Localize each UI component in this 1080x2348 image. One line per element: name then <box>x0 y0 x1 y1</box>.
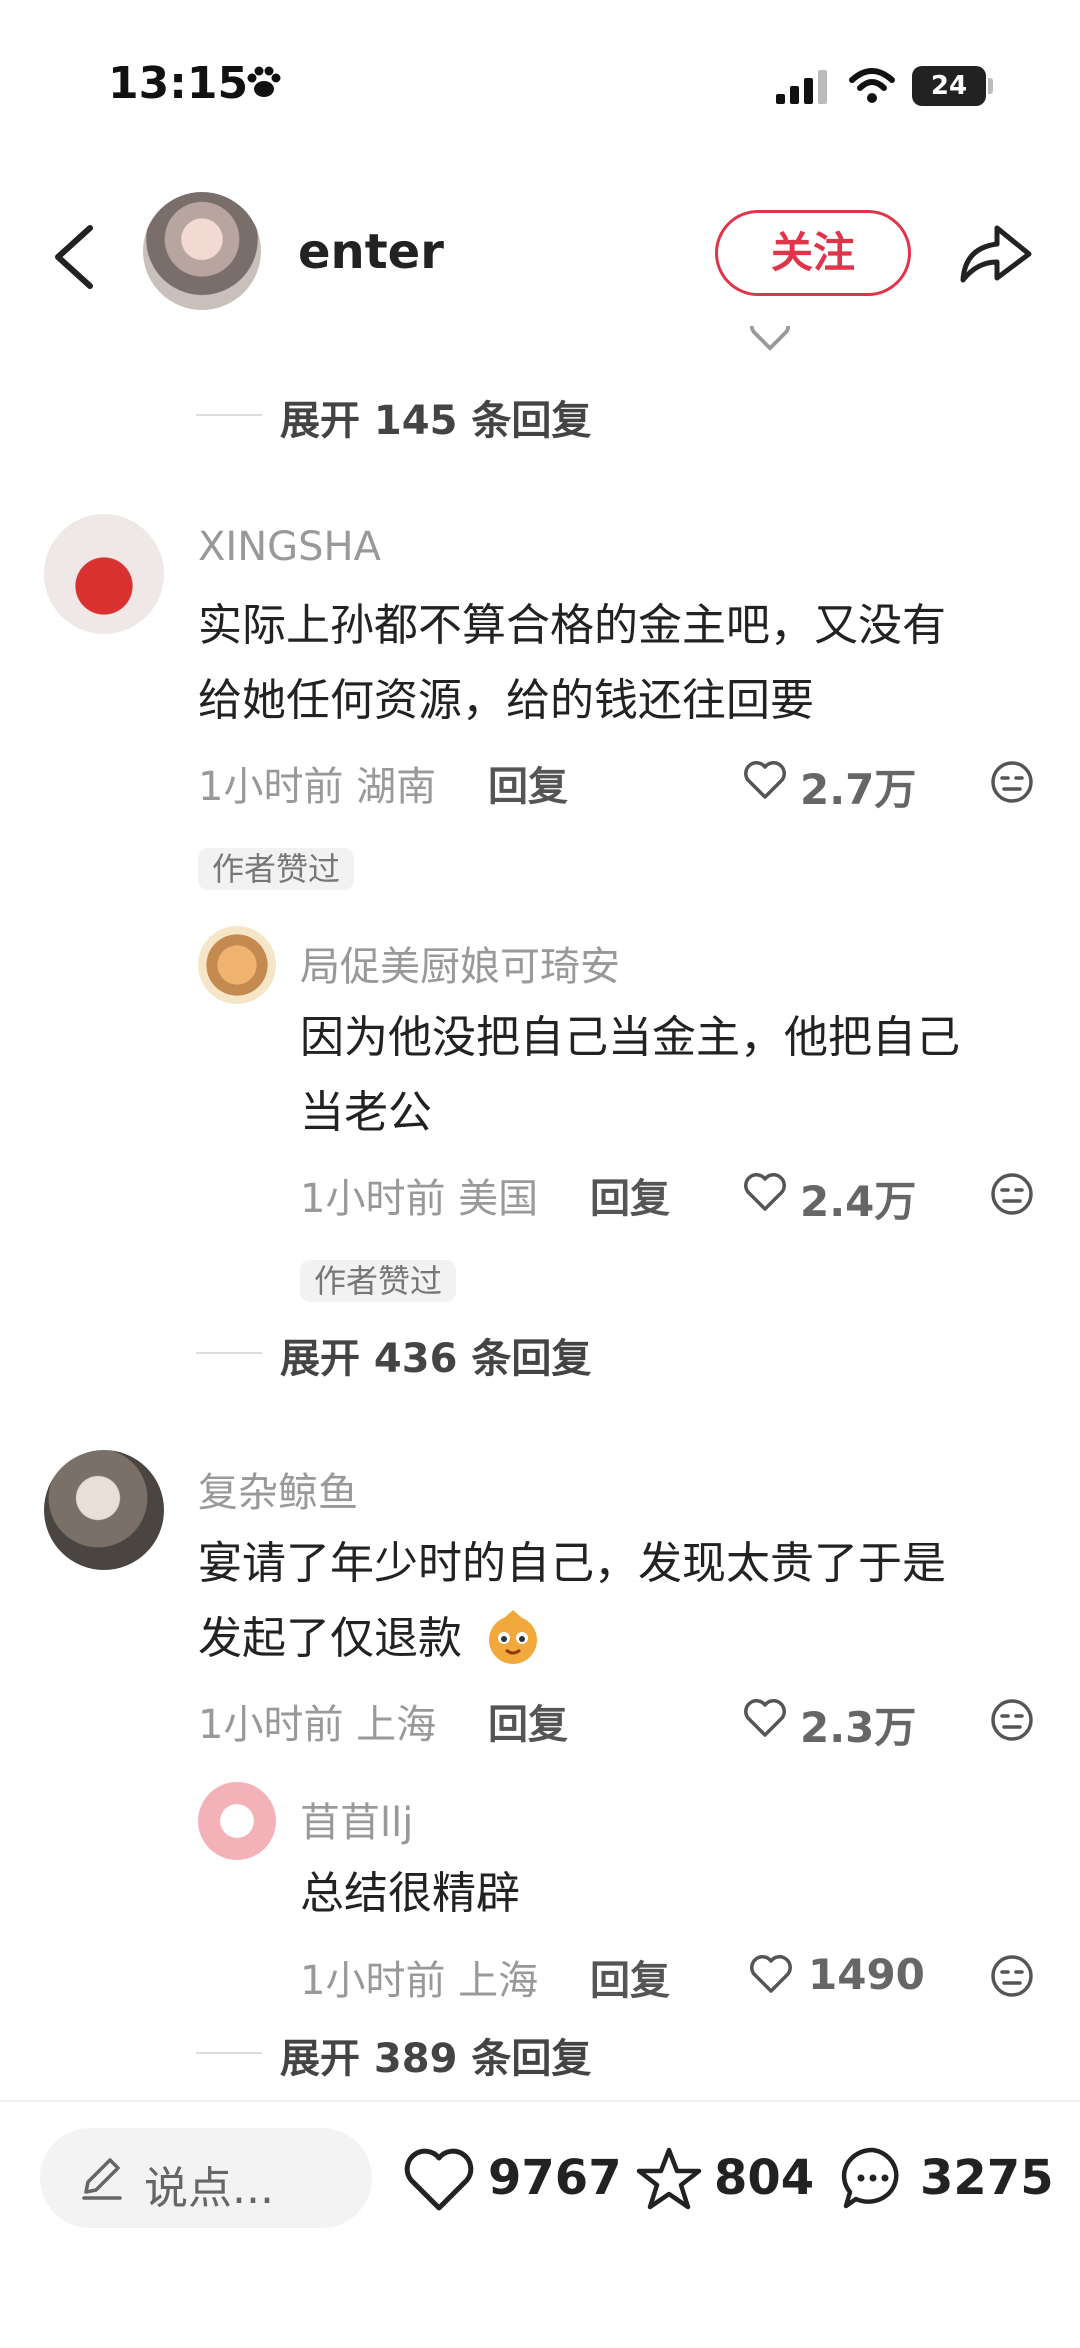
like-count: 1490 <box>808 1950 925 1999</box>
heart-icon[interactable] <box>750 1954 792 1994</box>
reply-text-line: 总结很精辟 <box>300 1868 520 1919</box>
author-liked-badge: 作者赞过 <box>198 848 355 890</box>
comment-avatar[interactable] <box>44 514 164 634</box>
share-icon[interactable] <box>955 218 1035 288</box>
favorite-count: 804 <box>714 2150 815 2206</box>
comment-time-location: 1小时前 湖南 <box>198 764 437 810</box>
comment-text-line: 给她任何资源，给的钱还往回要 <box>198 675 814 726</box>
like-count: 2.4万 <box>800 1177 917 1226</box>
bottom-bar-divider <box>0 2100 1080 2102</box>
comment-input-placeholder[interactable]: 说点... <box>144 2152 274 2216</box>
comment-text-line: 宴请了年少时的自己，发现太贵了于是 <box>198 1538 946 1589</box>
comment-author-name[interactable]: XINGSHA <box>198 524 381 570</box>
like-count: 2.7万 <box>800 765 917 814</box>
author-name[interactable]: enter <box>298 224 444 280</box>
like-count: 2.3万 <box>800 1703 917 1752</box>
reply-button[interactable]: 回复 <box>488 1692 568 1750</box>
like-count: 9767 <box>488 2150 622 2206</box>
expand-replies[interactable]: 展开 436 条回复 <box>280 1326 591 1384</box>
heart-icon[interactable] <box>744 760 786 800</box>
reply-author-name[interactable]: 局促美厨娘可琦安 <box>300 934 620 992</box>
heart-icon[interactable] <box>744 1172 786 1212</box>
heart-icon <box>750 326 790 351</box>
paw-icon <box>247 66 281 97</box>
comment-bubble-icon[interactable] <box>838 2144 908 2214</box>
reply-author-name[interactable]: 苜苜llj <box>300 1790 413 1848</box>
comment-text-line: 实际上孙都不算合格的金主吧，又没有 <box>198 600 946 651</box>
reply-text-line: 当老公 <box>300 1087 432 1138</box>
comment-avatar[interactable] <box>44 1450 164 1570</box>
author-avatar[interactable] <box>143 192 261 310</box>
dislike-face-icon[interactable] <box>990 1954 1034 1998</box>
reply-button[interactable]: 回复 <box>590 1948 670 2006</box>
pencil-icon <box>82 2158 122 2200</box>
battery-cap <box>988 78 993 94</box>
divider-line <box>196 2052 262 2054</box>
reply-time-location: 1小时前 上海 <box>300 1958 539 2004</box>
star-icon[interactable] <box>634 2144 704 2214</box>
reply-time-location: 1小时前 美国 <box>300 1176 539 1222</box>
comment-count: 3275 <box>920 2150 1054 2206</box>
follow-button[interactable]: 关注 <box>715 210 911 296</box>
reply-avatar[interactable] <box>198 1782 276 1860</box>
comment-author-name[interactable]: 复杂鲸鱼 <box>198 1460 358 1518</box>
like-icon[interactable] <box>404 2148 474 2212</box>
status-time: 13:15 <box>108 58 249 109</box>
back-arrow-icon[interactable] <box>50 222 98 292</box>
comment-text-line: 发起了仅退款 <box>198 1613 462 1664</box>
heart-icon[interactable] <box>744 1698 786 1738</box>
divider-line <box>196 414 262 416</box>
divider-line <box>196 1352 262 1354</box>
expand-replies[interactable]: 展开 145 条回复 <box>280 388 591 446</box>
dislike-face-icon[interactable] <box>990 1172 1034 1216</box>
comment-time-location: 1小时前 上海 <box>198 1702 437 1748</box>
dislike-face-icon[interactable] <box>990 760 1034 804</box>
expand-replies[interactable]: 展开 389 条回复 <box>280 2026 591 2084</box>
battery-indicator: 24 <box>912 66 986 106</box>
reply-text-line: 因为他没把自己当金主，他把自己 <box>300 1012 960 1063</box>
reply-avatar[interactable] <box>198 926 276 1004</box>
reply-button[interactable]: 回复 <box>590 1166 670 1224</box>
author-liked-badge: 作者赞过 <box>300 1260 457 1302</box>
reply-button[interactable]: 回复 <box>488 754 568 812</box>
emoji-sticker-icon <box>489 1610 537 1664</box>
dislike-face-icon[interactable] <box>990 1698 1034 1742</box>
wifi-icon <box>849 68 895 103</box>
partially-hidden-comment-meta <box>290 326 1050 356</box>
cellular-signal-icon <box>776 70 827 104</box>
